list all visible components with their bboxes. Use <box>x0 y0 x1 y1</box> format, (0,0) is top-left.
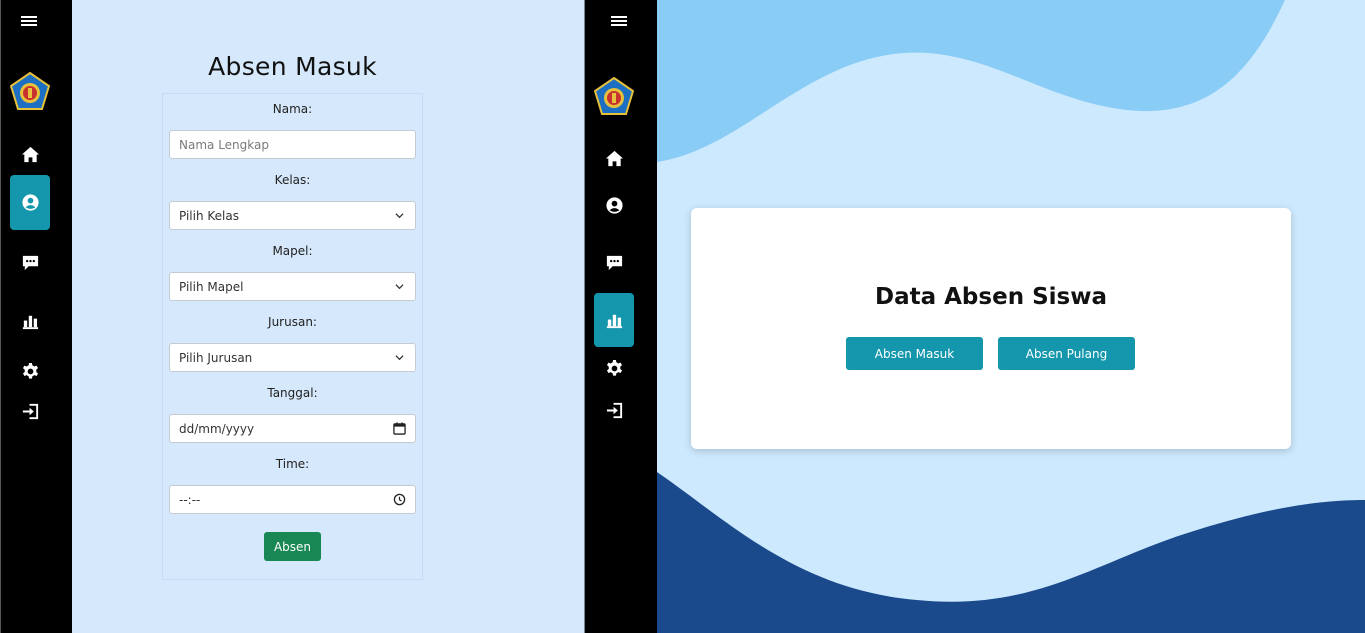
page-title: Absen Masuk <box>208 52 377 81</box>
comment-icon[interactable] <box>594 242 634 282</box>
comment-icon[interactable] <box>10 242 50 282</box>
data-absen-card: Data Absen Siswa Absen Masuk Absen Pulan… <box>691 208 1291 449</box>
mapel-value: Pilih Mapel <box>179 279 244 294</box>
tanggal-value: dd/mm/yyyy <box>179 421 255 436</box>
user-icon[interactable] <box>10 175 50 230</box>
home-icon[interactable] <box>10 134 50 174</box>
kelas-value: Pilih Kelas <box>179 208 239 223</box>
chevron-down-icon <box>395 284 404 290</box>
gear-icon[interactable] <box>10 351 50 391</box>
logout-icon[interactable] <box>10 391 50 431</box>
nama-placeholder: Nama Lengkap <box>179 137 269 152</box>
school-logo <box>9 71 51 110</box>
menu-icon[interactable] <box>21 14 37 30</box>
user-icon[interactable] <box>594 185 634 225</box>
jurusan-value: Pilih Jurusan <box>179 350 253 365</box>
absen-submit-button[interactable]: Absen <box>264 532 321 561</box>
chart-icon[interactable] <box>10 301 50 341</box>
chart-icon[interactable] <box>594 293 634 347</box>
dashboard-area: Data Absen Siswa Absen Masuk Absen Pulan… <box>657 0 1365 633</box>
logout-icon[interactable] <box>594 390 634 430</box>
sidebar <box>0 0 72 633</box>
nama-input[interactable]: Nama Lengkap <box>169 130 416 159</box>
chevron-down-icon <box>395 213 404 219</box>
chevron-down-icon <box>395 355 404 361</box>
data-absen-window: Data Absen Siswa Absen Masuk Absen Pulan… <box>586 0 1365 633</box>
kelas-select[interactable]: Pilih Kelas <box>169 201 416 230</box>
clock-icon[interactable] <box>393 493 406 506</box>
absen-masuk-button[interactable]: Absen Masuk <box>846 337 983 370</box>
kelas-label: Kelas: <box>274 173 311 187</box>
absen-form: Nama: Nama Lengkap Kelas: Pilih Kelas Ma… <box>162 93 423 580</box>
absen-pulang-button[interactable]: Absen Pulang <box>998 337 1135 370</box>
card-title: Data Absen Siswa <box>875 284 1107 310</box>
absen-masuk-window: Absen Masuk Nama: Nama Lengkap Kelas: Pi… <box>0 0 585 633</box>
form-area: Absen Masuk Nama: Nama Lengkap Kelas: Pi… <box>72 0 584 633</box>
home-icon[interactable] <box>594 138 634 178</box>
sidebar <box>586 0 657 633</box>
mapel-select[interactable]: Pilih Mapel <box>169 272 416 301</box>
jurusan-label: Jurusan: <box>268 315 317 329</box>
tanggal-label: Tanggal: <box>267 386 318 400</box>
menu-icon[interactable] <box>611 14 627 30</box>
time-input[interactable]: --:-- <box>169 485 416 514</box>
tanggal-input[interactable]: dd/mm/yyyy <box>169 414 416 443</box>
time-value: --:-- <box>179 492 201 507</box>
gear-icon[interactable] <box>594 348 634 388</box>
jurusan-select[interactable]: Pilih Jurusan <box>169 343 416 372</box>
nama-label: Nama: <box>272 102 313 116</box>
time-label: Time: <box>275 457 310 471</box>
school-logo <box>593 76 635 115</box>
calendar-icon[interactable] <box>393 422 406 435</box>
mapel-label: Mapel: <box>272 244 313 258</box>
